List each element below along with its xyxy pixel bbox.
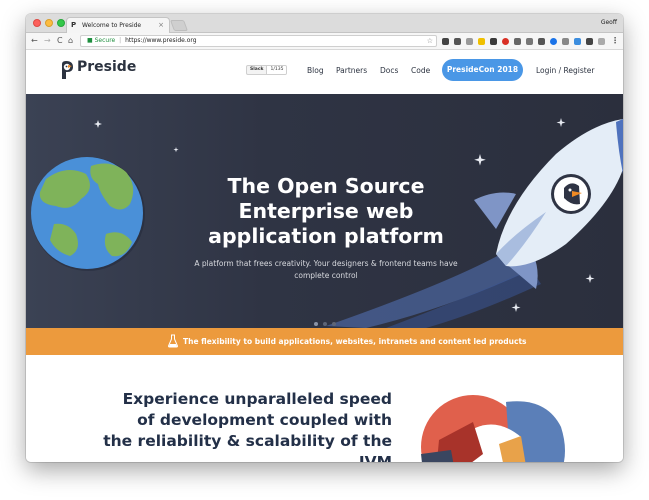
earth-icon [31, 157, 145, 271]
hero-title: The Open Source Enterprise web applicati… [176, 174, 476, 249]
url-separator: | [119, 37, 122, 44]
preside-logo-icon[interactable] [59, 60, 75, 80]
extension-arrow-icon[interactable] [526, 38, 533, 45]
new-tab-button[interactable] [169, 20, 189, 31]
browser-window: P Welcome to Preside × Geoff ← → C ⌂ ■ S… [26, 14, 623, 462]
slack-count: 1/135 [267, 66, 287, 74]
bookmark-star-icon[interactable]: ☆ [427, 36, 433, 46]
secure-label: Secure [94, 37, 116, 44]
extension-dropper-icon[interactable] [562, 38, 569, 45]
browser-menu-icon[interactable]: ⋮ [611, 35, 619, 47]
address-bar[interactable]: ■ Secure | https://www.preside.org ☆ [80, 35, 437, 47]
hero-subtitle-line: A platform that frees creativity. Your d… [194, 259, 458, 268]
nav-blog[interactable]: Blog [307, 66, 324, 75]
back-arrow-icon[interactable]: ← [31, 35, 38, 47]
section-title-line: Experience unparalleled speed [122, 390, 392, 408]
slack-label: Slack [247, 66, 268, 74]
hero-subtitle-line: complete control [294, 271, 358, 280]
home-icon[interactable]: ⌂ [68, 35, 73, 47]
extension-tag-icon[interactable] [586, 38, 593, 45]
logo-text[interactable]: Preside [77, 59, 136, 75]
section-title-line: the reliability & scalability of the [103, 432, 392, 450]
extension-yellow-icon[interactable] [478, 38, 485, 45]
nav-code[interactable]: Code [411, 66, 430, 75]
nav-docs[interactable]: Docs [380, 66, 398, 75]
url-text: https://www.preside.org [125, 37, 197, 44]
extension-lastpass-icon[interactable] [466, 38, 473, 45]
close-window-button[interactable] [33, 19, 41, 27]
lock-icon: ■ [87, 37, 93, 44]
features-section: Experience unparalleled speed of develop… [26, 355, 623, 462]
banner-text: The flexibility to build applications, w… [183, 337, 527, 346]
maximize-window-button[interactable] [57, 19, 65, 27]
section-title: Experience unparalleled speed of develop… [96, 389, 392, 462]
forward-arrow-icon[interactable]: → [44, 35, 51, 47]
hero-title-line: Enterprise web [238, 199, 414, 223]
hero-title-line: application platform [208, 224, 444, 248]
tab-title: Welcome to Preside [82, 22, 142, 29]
minimize-window-button[interactable] [45, 19, 53, 27]
tab-welcome-to-preside[interactable]: P Welcome to Preside × [66, 17, 170, 34]
extension-blue-icon[interactable] [550, 38, 557, 45]
extension-chat-icon[interactable] [598, 38, 605, 45]
flask-icon [168, 334, 178, 348]
extension-check-icon[interactable] [574, 38, 581, 45]
slider-dot-1 [314, 322, 318, 326]
profile-name[interactable]: Geoff [601, 17, 617, 29]
nav-partners[interactable]: Partners [336, 66, 367, 75]
section-title-line: of development coupled with [137, 411, 392, 429]
preside-favicon-icon: P [71, 21, 77, 29]
reload-icon[interactable]: C [57, 35, 63, 47]
hero-title-line: The Open Source [227, 174, 425, 198]
extension-shield-icon[interactable] [454, 38, 461, 45]
section-title-line: JVM [358, 453, 392, 462]
slack-badge[interactable]: Slack 1/135 [246, 65, 288, 75]
slider-dot-3 [332, 322, 336, 326]
feature-banner: The flexibility to build applications, w… [26, 328, 623, 355]
extension-camera-icon[interactable] [538, 38, 545, 45]
browser-toolbar: ← → C ⌂ ■ Secure | https://www.preside.o… [26, 33, 623, 50]
extension-grey-icon[interactable] [514, 38, 521, 45]
speed-illustration [421, 395, 565, 462]
login-register-link[interactable]: Login / Register [536, 66, 594, 75]
presidecon-button[interactable]: PresideCon 2018 [442, 59, 523, 81]
hero-section: The Open Source Enterprise web applicati… [26, 94, 623, 328]
tab-close-icon[interactable]: × [158, 18, 164, 33]
hero-subtitle: A platform that frees creativity. Your d… [186, 258, 466, 282]
extension-pocket-icon[interactable] [442, 38, 449, 45]
tab-bar: P Welcome to Preside × Geoff [26, 14, 623, 34]
site-header: Preside Slack 1/135 Blog Partners Docs C… [26, 50, 623, 94]
extension-red-icon[interactable] [502, 38, 509, 45]
extension-layers-icon[interactable] [490, 38, 497, 45]
slider-dot-2 [323, 322, 327, 326]
